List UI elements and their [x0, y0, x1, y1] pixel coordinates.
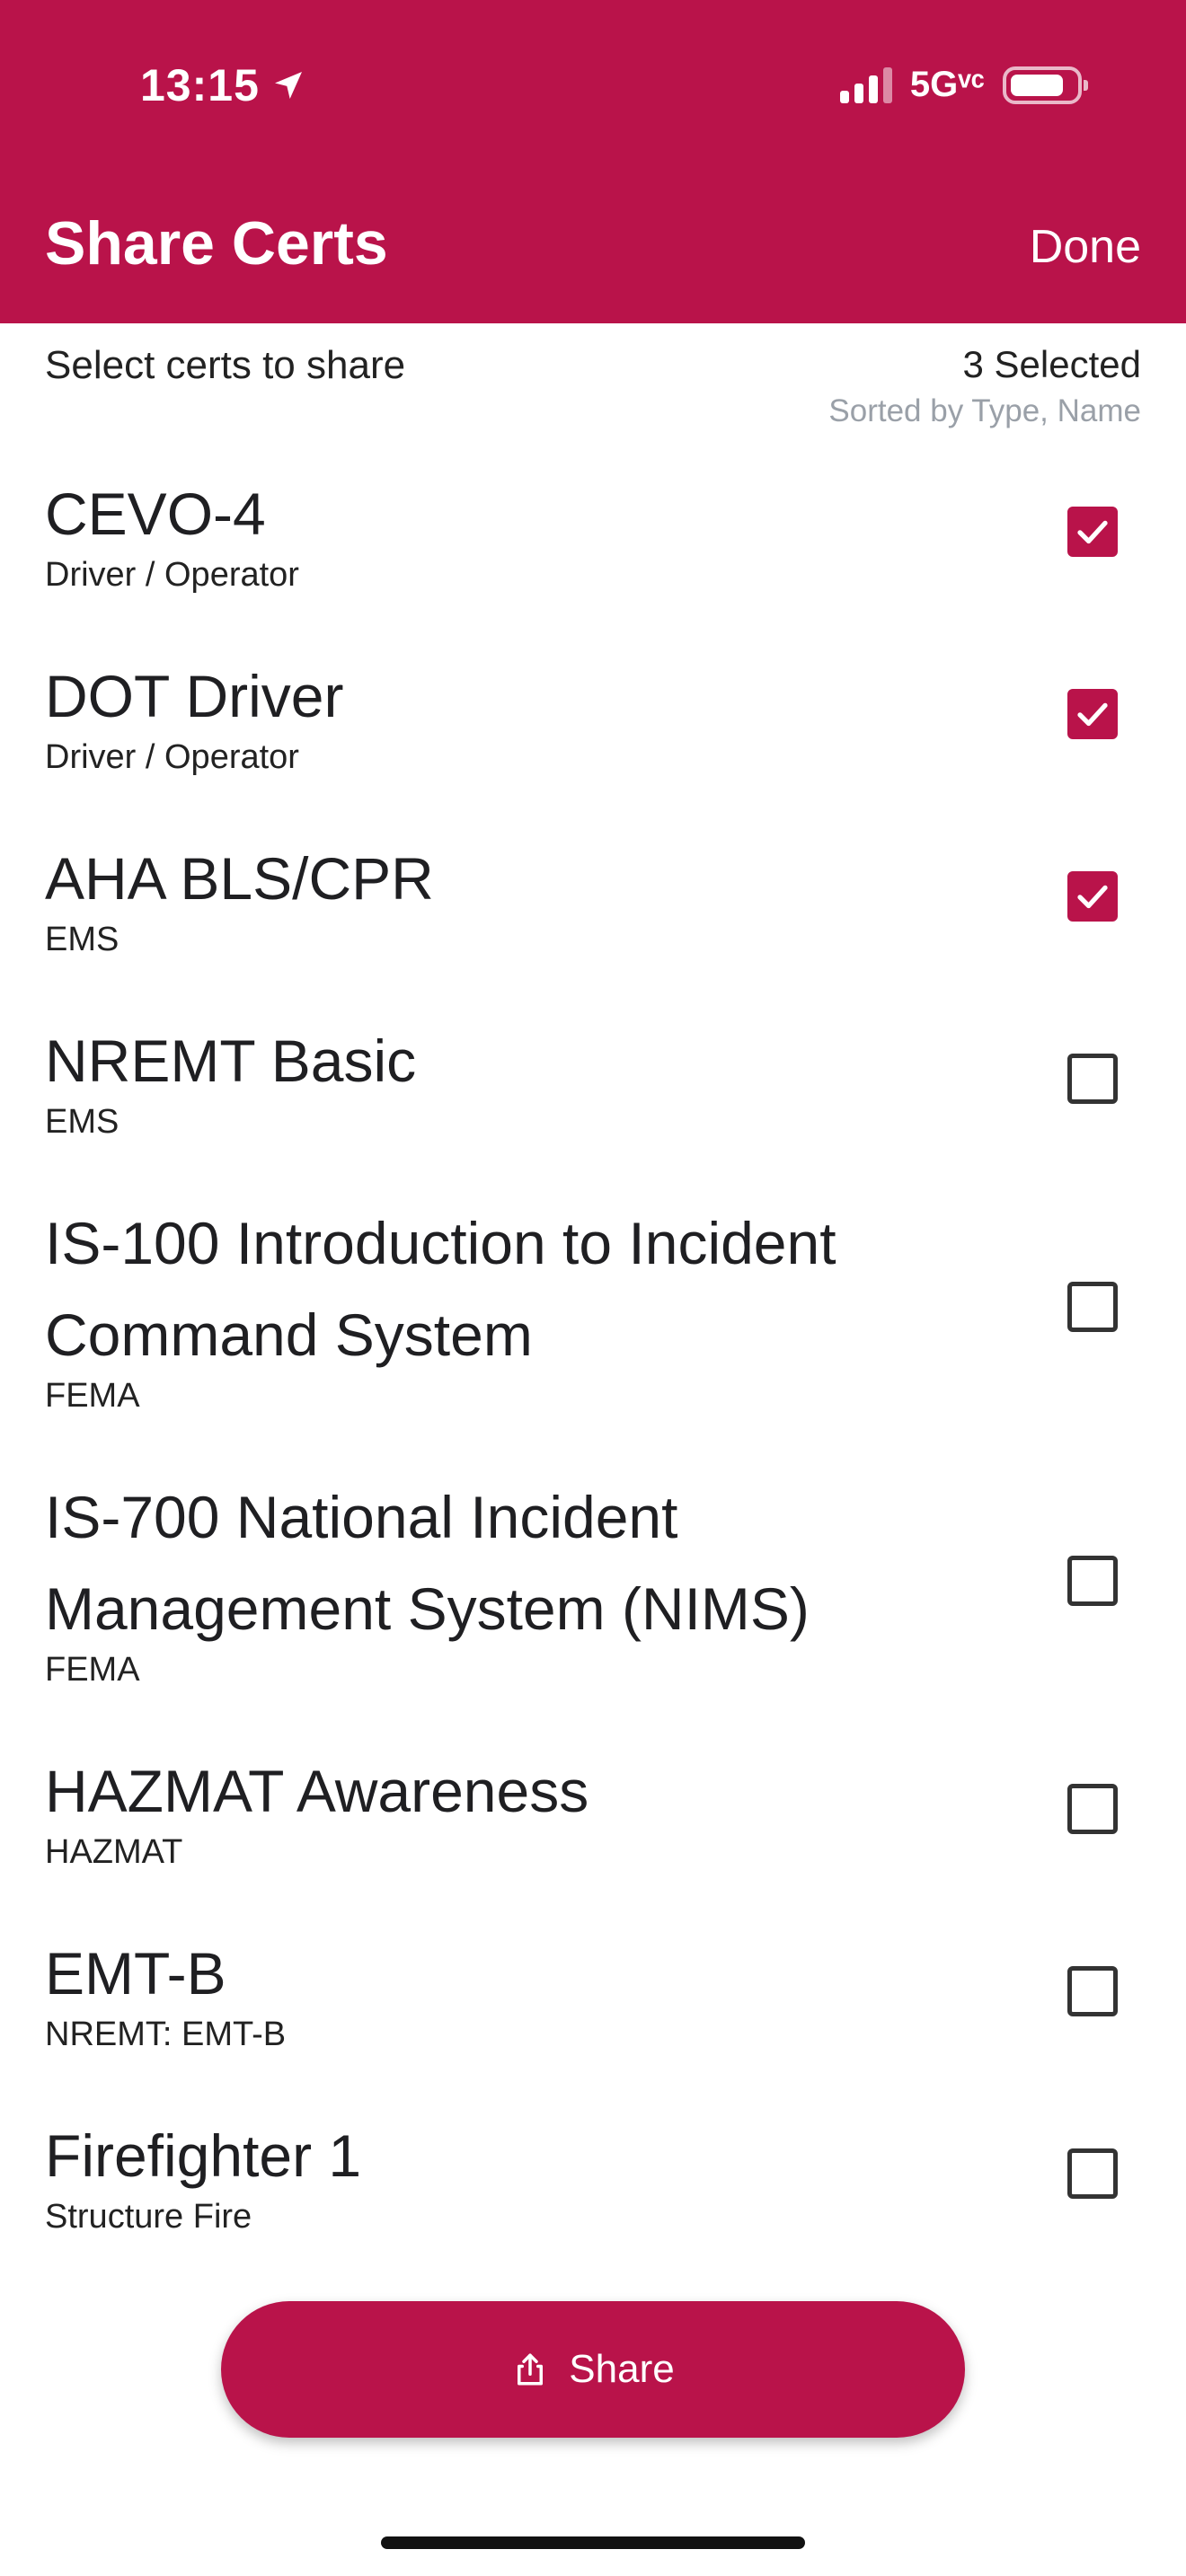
cert-item[interactable]: IS-100 Introduction to Incident Command … [0, 1169, 1186, 1443]
cert-name: Firefighter 1 [45, 2122, 362, 2189]
app-header: 13:15 5Gᵛᶜ Share Certs Done [0, 0, 1186, 323]
cert-type: EMS [45, 920, 119, 958]
cert-item[interactable]: HAZMAT Awareness HAZMAT [0, 1717, 1186, 1900]
cert-type: Driver / Operator [45, 737, 299, 776]
cellular-signal-icon [839, 66, 892, 103]
cert-name: AHA BLS/CPR [45, 844, 434, 912]
cert-name: IS-700 National Incident Management Syst… [45, 1483, 810, 1642]
cert-checkbox[interactable] [1067, 1783, 1118, 1834]
cert-type: EMS [45, 1102, 119, 1141]
share-label: Share [569, 2347, 675, 2391]
cert-name: HAZMAT Awareness [45, 1757, 589, 1824]
selected-count: 3 Selected [962, 343, 1141, 385]
checkmark-icon [1077, 702, 1108, 726]
cert-type: NREMT: EMT-B [45, 2015, 287, 2053]
cert-type: FEMA [45, 1376, 140, 1415]
cert-item[interactable]: Firefighter 1 Structure Fire [0, 2082, 1186, 2264]
cert-list: CEVO-4 Driver / Operator DOT Driver Driv… [0, 440, 1186, 2264]
cert-checkbox[interactable] [1067, 1555, 1118, 1606]
cert-item[interactable]: IS-700 National Incident Management Syst… [0, 1443, 1186, 1717]
cert-checkbox[interactable] [1067, 1965, 1118, 2016]
cert-checkbox[interactable] [1067, 1281, 1118, 1332]
cert-item[interactable]: NREMT Basic EMS [0, 987, 1186, 1169]
battery-icon [1003, 66, 1088, 104]
page-title: Share Certs [45, 209, 388, 278]
share-icon [518, 2353, 544, 2386]
select-instructions: Select certs to share [45, 343, 406, 387]
share-button[interactable]: Share [221, 2301, 965, 2438]
cert-checkbox[interactable] [1067, 2148, 1118, 2199]
status-indicators: 5Gᵛᶜ [839, 65, 1088, 105]
list-toolbar: Select certs to share 3 Selected Sorted … [0, 323, 1186, 440]
cert-type: Structure Fire [45, 2197, 252, 2236]
done-button[interactable]: Done [1030, 220, 1141, 274]
cert-type: Driver / Operator [45, 555, 299, 594]
cert-checkbox[interactable] [1067, 1053, 1118, 1104]
cert-name: CEVO-4 [45, 480, 266, 547]
cert-item[interactable]: EMT-B NREMT: EMT-B [0, 1900, 1186, 2082]
cert-item[interactable]: CEVO-4 Driver / Operator [0, 440, 1186, 622]
home-indicator [381, 2536, 805, 2549]
cert-checkbox[interactable] [1067, 870, 1118, 922]
cert-type: HAZMAT [45, 1832, 183, 1871]
cert-checkbox[interactable] [1067, 688, 1118, 739]
sort-info: Sorted by Type, Name [828, 393, 1141, 428]
status-time: 13:15 [140, 59, 306, 111]
cert-item[interactable]: DOT Driver Driver / Operator [0, 622, 1186, 805]
checkmark-icon [1077, 520, 1108, 543]
checkmark-icon [1077, 885, 1108, 908]
location-arrow-icon [274, 72, 302, 99]
cert-name: IS-100 Introduction to Incident Command … [45, 1209, 836, 1368]
cert-item[interactable]: AHA BLS/CPR EMS [0, 805, 1186, 987]
cert-name: NREMT Basic [45, 1027, 417, 1094]
network-type: 5Gᵛᶜ [909, 65, 985, 104]
clock: 13:15 [140, 60, 260, 110]
cert-name: DOT Driver [45, 662, 344, 729]
cert-type: FEMA [45, 1650, 140, 1689]
cert-checkbox[interactable] [1067, 506, 1118, 557]
cert-name: EMT-B [45, 1939, 226, 2007]
